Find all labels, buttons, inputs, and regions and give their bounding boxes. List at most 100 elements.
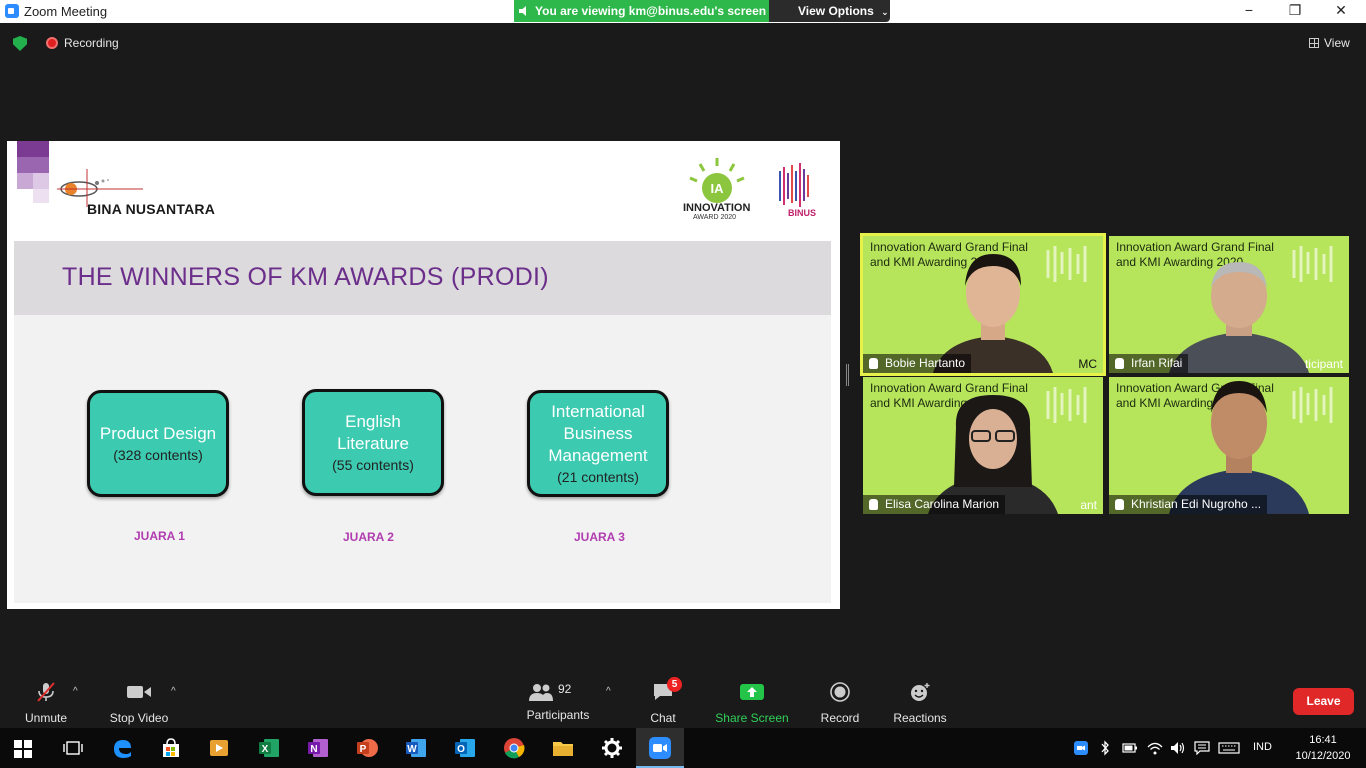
video-options-caret[interactable]: ^ [171,686,176,697]
svg-text:IA: IA [711,181,725,196]
svg-text:N: N [310,744,317,755]
powerpoint-icon[interactable]: P [356,737,378,759]
reactions-label: Reactions [893,711,947,725]
video-tile-irfan-rifai[interactable]: Innovation Award Grand Final and KMI Awa… [1109,236,1349,373]
share-screen-icon [740,684,764,700]
video-camera-icon [127,686,151,698]
participant-name: Bobie Hartanto [885,356,966,370]
taskbar-clock[interactable]: 16:41 10/12/2020 [1291,732,1355,764]
zoom-meeting-window: Zoom Meeting You are viewing km@binus.ed… [0,0,1366,768]
award-box-juara-3: International Business Management (21 co… [527,390,669,497]
volume-icon[interactable] [1170,741,1186,755]
slide-title-band: THE WINNERS OF KM AWARDS (PRODI) [14,241,831,315]
keyboard-icon[interactable] [1218,742,1240,754]
grid-view-icon [1309,38,1319,48]
share-banner-text: You are viewing km@binus.edu's screen [535,4,767,18]
word-icon[interactable]: W [405,737,427,759]
microphone-muted-icon [1115,499,1124,510]
chrome-icon[interactable] [503,737,525,759]
edge-browser-icon[interactable] [111,737,133,759]
smiley-reaction-icon [911,683,930,701]
svg-text:W: W [407,744,417,755]
participant-name-tag: Khristian Edi Nugroho ... [1109,495,1268,514]
recording-icon [46,37,58,49]
screen-share-banner: You are viewing km@binus.edu's screen [514,0,769,22]
participants-button[interactable]: 92 Participants [522,682,594,722]
file-explorer-icon[interactable] [552,737,574,759]
view-label: View [1324,36,1350,50]
award-box-juara-2: English Literature (55 contents) [302,389,444,496]
encryption-shield-icon[interactable] [13,36,27,51]
award-count: (328 contents) [113,446,203,463]
shared-screen-slide: BINA NUSANTARA IA INNOVATION AWARD 2020 [7,141,840,609]
video-tile-khristian-edi-nugroho[interactable]: Innovation Award Grand Final and KMI Awa… [1109,377,1349,514]
stop-video-button[interactable]: Stop Video [104,682,174,725]
svg-text:X: X [262,744,269,755]
participants-icon [529,684,553,701]
view-options-button[interactable]: View Options ⌄ [769,0,890,22]
wifi-icon[interactable] [1147,741,1163,755]
award-count: (55 contents) [332,456,414,473]
participant-name-tag: Irfan Rifai [1109,354,1189,373]
participant-name: Irfan Rifai [1131,356,1183,370]
binus-logo-text: BINUS [788,208,817,218]
zoom-logo-icon [5,4,19,18]
title-bar: Zoom Meeting You are viewing km@binus.ed… [0,0,1366,23]
slide-title: THE WINNERS OF KM AWARDS (PRODI) [62,263,549,291]
participant-role: ant [1080,498,1097,512]
award-box-juara-1: Product Design (328 contents) [87,390,229,497]
award-name: English Literature [337,411,409,453]
outlook-icon[interactable]: O [454,737,476,759]
task-view-icon[interactable] [62,737,84,759]
participants-options-caret[interactable]: ^ [606,686,611,697]
leave-meeting-button[interactable]: Leave [1293,688,1354,715]
record-button[interactable]: Record [815,682,865,725]
speaker-icon [519,6,526,16]
reactions-button[interactable]: Reactions [890,682,950,725]
excel-icon[interactable]: X [258,737,280,759]
video-tile-elisa-carolina-marion[interactable]: Innovation Award Grand Final and KMI Awa… [863,377,1103,514]
unmute-label: Unmute [24,711,68,725]
purple-pixel-decoration [17,141,49,205]
input-language-indicator[interactable]: IND [1253,741,1272,753]
participants-count: 92 [558,682,572,696]
onenote-icon[interactable]: N [307,737,329,759]
bluetooth-icon[interactable] [1100,740,1110,756]
video-tile-bobie-hartanto[interactable]: Innovation Award Grand Final and KMI Awa… [860,233,1106,376]
svg-text:P: P [360,744,367,755]
unmute-button[interactable]: Unmute [16,682,76,725]
share-screen-label: Share Screen [715,711,789,725]
participant-name-tag: Elisa Carolina Marion [863,495,1006,514]
participant-role: MC [1078,357,1097,371]
award-name: Product Design [99,423,217,443]
maximize-button[interactable]: ❐ [1272,0,1318,23]
zoom-taskbar-button[interactable] [636,728,684,768]
participant-video-feed [1169,381,1309,514]
participant-name: Elisa Carolina Marion [885,497,1000,511]
panel-splitter-handle[interactable] [846,364,849,386]
settings-gear-icon[interactable] [601,737,623,759]
slide-header: BINA NUSANTARA IA INNOVATION AWARD 2020 [7,141,840,241]
media-player-icon[interactable] [208,737,230,759]
microphone-muted-icon [869,499,878,510]
award-name: International Business Management [548,401,648,465]
close-button[interactable]: ✕ [1318,0,1364,23]
chat-unread-badge: 5 [667,677,682,692]
recording-label: Recording [64,36,119,50]
action-center-icon[interactable] [1194,741,1210,755]
zoom-tray-icon[interactable] [1074,741,1088,755]
svg-text:O: O [457,744,465,755]
zoom-app-icon [649,737,671,759]
microsoft-store-icon[interactable] [160,737,182,759]
view-options-label: View Options [798,4,874,18]
rank-label-2: JUARA 2 [343,530,394,544]
battery-icon[interactable] [1122,742,1138,754]
windows-start-icon[interactable] [14,740,32,758]
audio-options-caret[interactable]: ^ [73,686,78,697]
view-button[interactable]: View [1309,36,1350,50]
innovation-logo-text: INNOVATION [683,202,751,214]
minimize-button[interactable]: − [1226,0,1272,23]
rank-label-3: JUARA 3 [574,530,625,544]
share-screen-button[interactable]: Share Screen [712,682,792,725]
participant-name: Khristian Edi Nugroho ... [1131,497,1262,511]
